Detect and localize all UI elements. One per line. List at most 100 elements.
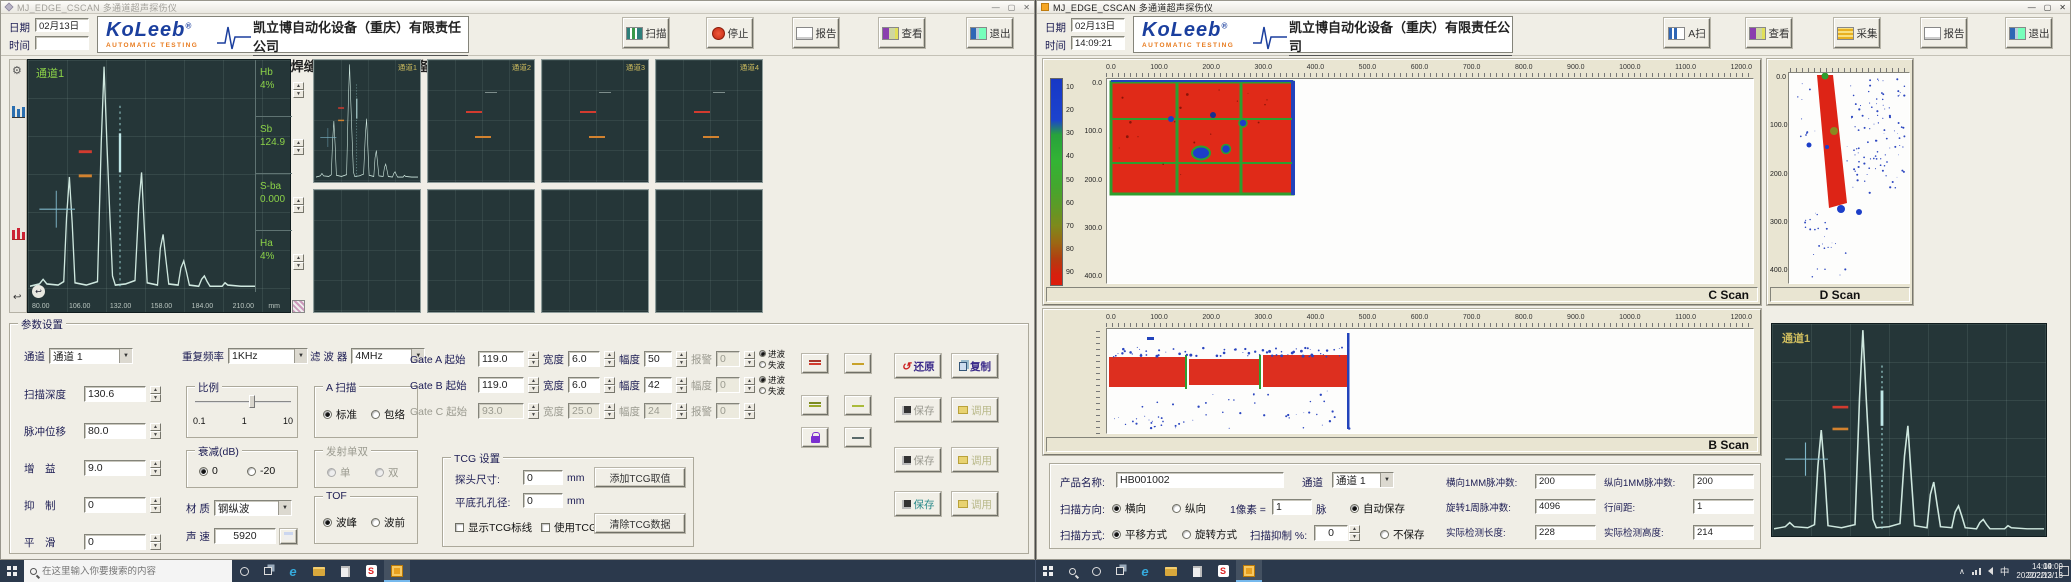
emit-double-radio[interactable]: 双: [375, 465, 399, 480]
gate-width-field[interactable]: 25.0: [568, 403, 600, 419]
gate-amp-spinner[interactable]: ▲▼: [676, 403, 687, 419]
scan-app-icon[interactable]: [1236, 560, 1262, 582]
show-tcg-checkbox[interactable]: 显示TCG标线: [455, 520, 532, 535]
report-button[interactable]: 报告: [1921, 18, 1967, 48]
view-button[interactable]: 查看: [1746, 18, 1792, 48]
ascan-plot[interactable]: 通道1 Hb 4% Sb 124.9 S-ba 0.000 Ha 4% 80.0…: [27, 59, 291, 313]
taskbar-search[interactable]: [24, 560, 232, 582]
cortana-icon[interactable]: [232, 560, 256, 582]
maximize-button[interactable]: ▢: [2044, 3, 2052, 12]
param-field[interactable]: 0: [84, 497, 146, 513]
velocity-calc-button[interactable]: [280, 529, 297, 544]
back-arrow-icon[interactable]: ↩: [13, 292, 21, 303]
save-button-2[interactable]: 保存: [895, 448, 941, 472]
gear-icon[interactable]: ⚙: [12, 64, 22, 77]
save-button-1[interactable]: 保存: [895, 398, 941, 422]
param-field[interactable]: 9.0: [84, 460, 146, 476]
pixel-field[interactable]: 1: [1272, 499, 1312, 515]
edge-icon[interactable]: e: [1132, 560, 1158, 582]
channel-select[interactable]: 通道 1▼: [49, 348, 133, 364]
gate-alarm-field[interactable]: 0: [716, 403, 740, 419]
add-tcg-button[interactable]: 添加TCG取值: [595, 468, 685, 487]
param-spinner[interactable]: ▲▼: [150, 497, 161, 513]
gate-amp-spinner[interactable]: ▲▼: [676, 351, 687, 367]
search-icon[interactable]: [1060, 560, 1084, 582]
gate-amp-spinner[interactable]: ▲▼: [676, 377, 687, 393]
cortana-icon[interactable]: [1084, 560, 1108, 582]
folder-icon[interactable]: [1158, 560, 1184, 582]
mini-channel-panel[interactable]: 通道3: [541, 59, 649, 183]
edge-icon[interactable]: e: [280, 560, 306, 582]
task-view-icon[interactable]: [1108, 560, 1132, 582]
search-input[interactable]: [42, 566, 212, 577]
close-button[interactable]: ✕: [1023, 3, 1030, 12]
form-field-value[interactable]: 200: [1693, 474, 1754, 489]
value-spinner[interactable]: ▲▼: [293, 197, 305, 213]
lock-button[interactable]: [802, 428, 828, 447]
load-button-1[interactable]: 调用: [952, 398, 998, 422]
gate-amp-field[interactable]: 24: [644, 403, 672, 419]
s-browser-icon[interactable]: S: [1210, 560, 1236, 582]
minimize-button[interactable]: —: [2028, 3, 2036, 12]
folder-icon[interactable]: [306, 560, 332, 582]
gate-loss-radio[interactable]: 失波: [759, 360, 785, 370]
gate-alarm-field[interactable]: 0: [716, 351, 740, 367]
gate-width-spinner[interactable]: ▲▼: [604, 403, 615, 419]
exit-button[interactable]: 退出: [2006, 18, 2052, 48]
form-field-value[interactable]: 214: [1693, 525, 1754, 540]
value-spinner[interactable]: ▲▼: [293, 82, 305, 98]
scan-app-icon[interactable]: [384, 560, 410, 582]
date-field[interactable]: 02月13日: [1071, 18, 1125, 32]
form-field-value[interactable]: 1: [1693, 499, 1754, 514]
bscan-plot[interactable]: [1106, 328, 1754, 434]
gate-alarm-spinner[interactable]: ▲▼: [744, 403, 755, 419]
gate-b-alt-button[interactable]: [845, 396, 871, 415]
bar-chart-blue-icon[interactable]: [12, 106, 25, 118]
close-button[interactable]: ✕: [2059, 3, 2066, 12]
ascan-view-button[interactable]: A扫: [1664, 18, 1710, 48]
start-button[interactable]: [1036, 560, 1060, 582]
gate-alarm-field[interactable]: 0: [716, 377, 740, 393]
dscan-plot[interactable]: [1788, 72, 1910, 284]
ascan-envelope-radio[interactable]: 包络: [371, 407, 405, 422]
copy-button[interactable]: 复制: [952, 354, 998, 378]
gate-start-spinner[interactable]: ▲▼: [528, 403, 539, 419]
exit-button[interactable]: 退出: [967, 18, 1013, 48]
gate-loss-radio[interactable]: 失波: [759, 386, 785, 396]
gate-b-color-button[interactable]: [802, 396, 828, 415]
param-field[interactable]: 0: [84, 534, 146, 550]
suppress-field[interactable]: 0: [1314, 525, 1348, 541]
report-button[interactable]: 报告: [793, 18, 839, 48]
value-spinner[interactable]: ▲▼: [293, 254, 305, 270]
s-browser-icon[interactable]: S: [358, 560, 384, 582]
bar-chart-red-icon[interactable]: [12, 228, 25, 240]
gate-amp-field[interactable]: 42: [644, 377, 672, 393]
autosave-radio[interactable]: 自动保存: [1350, 501, 1405, 516]
time-field[interactable]: 14:09:21: [1071, 36, 1125, 50]
scale-slider-track[interactable]: [195, 401, 291, 403]
form-field-value[interactable]: 4096: [1535, 499, 1596, 514]
scale-slider-handle[interactable]: [249, 395, 255, 408]
mode-rotate-radio[interactable]: 旋转方式: [1182, 527, 1237, 542]
gate-a-alt-button[interactable]: [845, 354, 871, 373]
atten-0-radio[interactable]: 0: [199, 465, 218, 477]
velocity-field[interactable]: 5920: [214, 528, 276, 544]
stop-button[interactable]: 停止: [707, 18, 753, 48]
param-field[interactable]: 80.0: [84, 423, 146, 439]
task-view-icon[interactable]: [256, 560, 280, 582]
mini-channel-panel[interactable]: 通道4: [655, 59, 763, 183]
gate-start-field[interactable]: 119.0: [478, 351, 524, 367]
ascan-standard-radio[interactable]: 标准: [323, 407, 357, 422]
tof-front-radio[interactable]: 波前: [371, 515, 405, 530]
use-tcg-checkbox[interactable]: 使用TCG: [541, 520, 597, 535]
gate-alarm-spinner[interactable]: ▲▼: [744, 351, 755, 367]
atten-minus20-radio[interactable]: -20: [247, 465, 275, 477]
mode-translate-radio[interactable]: 平移方式: [1112, 527, 1167, 542]
gate-enter-radio[interactable]: 进波: [759, 375, 785, 385]
mini-channel-panel[interactable]: [313, 189, 421, 313]
gate-amp-field[interactable]: 50: [644, 351, 672, 367]
time-field[interactable]: [35, 36, 89, 50]
start-button[interactable]: [0, 560, 24, 582]
emit-single-radio[interactable]: 单: [327, 465, 351, 480]
prf-select[interactable]: 1KHz▼: [228, 348, 308, 364]
